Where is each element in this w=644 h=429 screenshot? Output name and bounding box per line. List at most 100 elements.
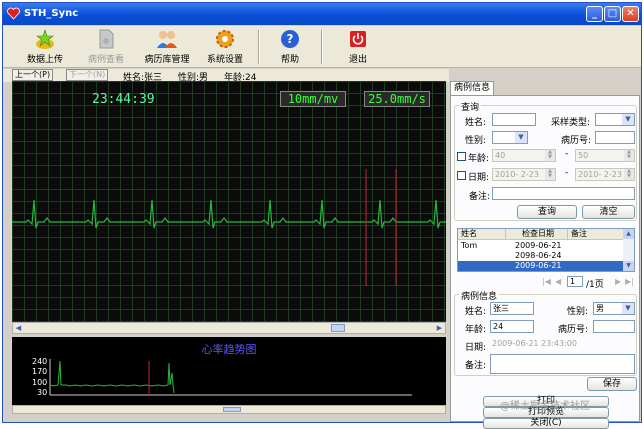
last-page-icon[interactable]: ▶| <box>625 277 634 286</box>
toolbar-separator <box>321 30 323 64</box>
trend-horizontal-scrollbar[interactable] <box>12 405 446 414</box>
table-row[interactable]: Tom 2009-06-21 <box>458 241 624 251</box>
case-note-label: 备注: <box>465 361 487 371</box>
close-window-button[interactable]: ✕ <box>622 6 639 22</box>
case-age-input[interactable]: 24 <box>490 320 534 333</box>
toolbar: 数据上传 病例查看 病历库管理 系统设置 ? 帮助 退出 <box>3 26 641 68</box>
save-button[interactable]: 保存 <box>587 377 637 391</box>
column-header-date[interactable]: 检查日期 <box>506 229 568 240</box>
chevron-down-icon: ▼ <box>622 114 634 125</box>
age-to-input[interactable]: 50 ▲ ▼ <box>575 149 635 162</box>
chevron-down-icon: ▼ <box>515 132 527 143</box>
case-date-label: 日期: <box>465 343 487 353</box>
column-header-note[interactable]: 备注 <box>568 229 624 240</box>
table-row-selected[interactable]: 2009-06-21 <box>458 261 624 271</box>
age-filter-label: 年龄: <box>468 154 490 164</box>
query-name-input[interactable] <box>492 113 536 126</box>
query-group-title: 查询 <box>459 100 482 113</box>
age-range-dash: - <box>565 149 569 159</box>
list-vertical-scrollbar[interactable]: ▲ ▼ <box>623 229 634 271</box>
spinner-icon: ▲ ▼ <box>545 150 555 161</box>
power-icon <box>350 31 366 47</box>
ecg-waveform-panel[interactable]: 23:44:39 10mm/mv 25.0mm/s <box>12 81 446 322</box>
case-age-label: 年龄: <box>465 325 487 335</box>
query-group: 查询 姓名: 采样类型: ▼ 性别: ▼ 病历号: 年龄: 40 ▲ ▼ - 50 ▲… <box>454 100 637 221</box>
case-name-input[interactable]: 张三 <box>490 302 534 315</box>
ecg-trace <box>12 169 446 286</box>
query-record-no-input[interactable] <box>595 131 635 144</box>
next-page-icon[interactable]: ▶ <box>615 277 621 286</box>
trend-scrollbar-thumb[interactable] <box>223 407 241 412</box>
upload-data-button[interactable]: 数据上传 <box>25 28 65 66</box>
spinner-icon: ▲ ▼ <box>545 169 555 180</box>
help-button[interactable]: ? 帮助 <box>275 28 305 66</box>
scroll-down-icon[interactable]: ▼ <box>623 261 634 271</box>
date-filter-checkbox[interactable] <box>457 171 466 180</box>
query-gender-label: 性别: <box>465 136 487 146</box>
scroll-left-icon[interactable]: ◀ <box>13 323 24 333</box>
case-record-no-input[interactable] <box>593 320 635 333</box>
query-note-input[interactable] <box>492 187 635 200</box>
next-record-button[interactable]: 下一个(N) <box>66 69 109 81</box>
window-title: STH_Sync <box>24 8 79 19</box>
case-gender-select[interactable]: 男 ▼ <box>593 302 635 315</box>
first-page-icon[interactable]: |◀ <box>542 277 551 286</box>
upload-star-icon <box>36 29 54 49</box>
svg-text:?: ? <box>287 32 294 46</box>
heart-app-icon <box>7 7 20 20</box>
case-note-input[interactable] <box>490 354 635 374</box>
table-row[interactable]: 2098-06-24 <box>458 251 624 261</box>
document-icon <box>99 29 114 49</box>
watermark: @稀土掘金技术社区 <box>500 401 590 412</box>
minimize-button[interactable]: _ <box>586 6 603 22</box>
query-note-label: 备注: <box>469 192 491 202</box>
system-settings-button[interactable]: 系统设置 <box>205 28 245 66</box>
prev-page-icon[interactable]: ◀ <box>555 277 561 286</box>
query-gender-select[interactable]: ▼ <box>492 131 528 144</box>
maximize-button[interactable]: □ <box>604 6 621 22</box>
help-icon: ? <box>281 30 299 48</box>
title-bar: STH_Sync _ □ ✕ <box>3 3 641 25</box>
query-name-label: 姓名: <box>465 118 487 128</box>
page-number-input[interactable]: 1 <box>567 276 583 287</box>
users-icon <box>157 31 177 48</box>
age-from-input[interactable]: 40 ▲ ▼ <box>492 149 556 162</box>
toolbar-separator <box>258 30 260 64</box>
query-record-no-label: 病历号: <box>561 136 592 146</box>
date-to-input[interactable]: 2010- 2-23 ▲ ▼ <box>575 168 635 181</box>
case-record-no-label: 病历号: <box>558 325 589 335</box>
main-window: STH_Sync _ □ ✕ 数据上传 病例查看 病历库管理 系统设置 ? 帮助 <box>2 2 642 429</box>
prev-record-button[interactable]: 上一个(P) <box>12 69 54 81</box>
right-panel: 病例信息 查询 姓名: 采样类型: ▼ 性别: ▼ 病历号: 年龄: 40 ▲ ▼ … <box>450 81 640 429</box>
spinner-icon: ▲ ▼ <box>624 150 634 161</box>
tab-case-info[interactable]: 病例信息 <box>450 81 494 95</box>
sample-type-label: 采样类型: <box>551 118 591 128</box>
date-from-input[interactable]: 2010- 2-23 ▲ ▼ <box>492 168 556 181</box>
column-header-name[interactable]: 姓名 <box>458 229 506 240</box>
scroll-up-icon[interactable]: ▲ <box>623 229 634 239</box>
view-case-button[interactable]: 病例查看 <box>86 28 126 66</box>
date-range-dash: - <box>565 168 569 178</box>
case-gender-label: 性别: <box>567 307 589 317</box>
tab-body: 查询 姓名: 采样类型: ▼ 性别: ▼ 病历号: 年龄: 40 ▲ ▼ - 50 ▲… <box>450 95 640 429</box>
trend-plot <box>49 359 412 396</box>
sample-type-select[interactable]: ▼ <box>595 113 635 126</box>
scroll-right-icon[interactable]: ▶ <box>434 323 445 333</box>
case-list[interactable]: 姓名 检查日期 备注 Tom 2009-06-21 2098-06-24 2009… <box>457 228 635 272</box>
close-button[interactable]: 关闭(C) <box>483 418 609 429</box>
scrollbar-thumb[interactable] <box>331 324 345 332</box>
case-info-group: 病例信息 姓名: 张三 性别: 男 ▼ 年龄: 24 病历号: 日期: 2009-… <box>454 289 637 376</box>
records-management-button[interactable]: 病历库管理 <box>143 28 191 66</box>
date-filter-label: 日期: <box>468 173 490 183</box>
heart-rate-trend-panel: 心率趋势图 240 170 100 30 <box>12 337 446 405</box>
ecg-horizontal-scrollbar[interactable]: ◀ ▶ <box>12 322 446 334</box>
chevron-down-icon: ▼ <box>622 303 634 314</box>
gear-icon <box>216 30 234 48</box>
age-filter-checkbox[interactable] <box>457 152 466 161</box>
case-info-group-title: 病例信息 <box>459 289 500 302</box>
clear-button[interactable]: 清空 <box>582 205 635 219</box>
exit-button[interactable]: 退出 <box>343 28 373 66</box>
query-button[interactable]: 查询 <box>517 205 577 219</box>
case-name-label: 姓名: <box>465 307 487 317</box>
spinner-icon: ▲ ▼ <box>624 169 634 180</box>
